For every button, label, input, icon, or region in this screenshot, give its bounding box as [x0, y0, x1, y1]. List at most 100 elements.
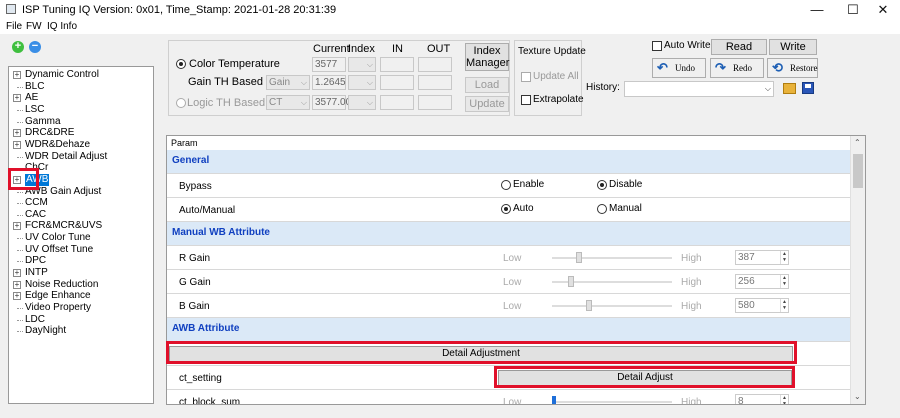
- tree-item-dynamic-control[interactable]: + Dynamic Control: [9, 69, 153, 81]
- tree-item-drc-dre[interactable]: + DRC&DRE: [9, 127, 153, 139]
- write-button[interactable]: Write: [769, 39, 817, 55]
- update-all-checkbox[interactable]: [521, 72, 531, 82]
- tree-item-uv-offset-tune[interactable]: UV Offset Tune: [9, 244, 153, 256]
- gain-th-index-select[interactable]: ⌵: [348, 75, 376, 90]
- logic-th-out-field[interactable]: [418, 95, 452, 110]
- spin-down-icon[interactable]: ▼: [780, 305, 788, 312]
- tree-item-cac[interactable]: CAC: [9, 209, 153, 221]
- slider-track[interactable]: [552, 401, 672, 403]
- spinner-value: 8: [738, 396, 744, 405]
- slider-thumb[interactable]: [576, 252, 582, 263]
- grid-column-header: Param: [167, 136, 850, 151]
- expand-icon[interactable]: +: [13, 292, 21, 301]
- spin-down-icon[interactable]: ▼: [780, 401, 788, 404]
- tree-item-edge-enhance[interactable]: + Edge Enhance: [9, 290, 153, 302]
- slider-thumb[interactable]: [568, 276, 574, 287]
- bypass-option-disable-radio[interactable]: [597, 180, 607, 190]
- save-icon[interactable]: [802, 82, 814, 94]
- logic-th-select[interactable]: CT ⌵: [266, 95, 310, 110]
- tree-item-label: AE: [25, 92, 39, 104]
- minimize-button[interactable]: —: [800, 0, 834, 20]
- redo-button[interactable]: ↷ Redo: [710, 58, 764, 78]
- module-tree[interactable]: + Dynamic Control BLC + AE LSC Gamma + DRC&DRE + W…: [8, 66, 154, 404]
- tree-item-video-property[interactable]: Video Property: [9, 302, 153, 314]
- header-index: Index: [348, 43, 375, 55]
- slider-thumb[interactable]: [586, 300, 592, 311]
- logic-th-in-field[interactable]: [380, 95, 414, 110]
- auto-write-checkbox[interactable]: [652, 41, 662, 51]
- expand-icon[interactable]: +: [13, 280, 21, 289]
- tree-item-lsc[interactable]: LSC: [9, 104, 153, 116]
- slider-thumb[interactable]: [552, 396, 556, 404]
- tree-item-wdr-detail-adjust[interactable]: WDR Detail Adjust: [9, 151, 153, 163]
- restore-button[interactable]: ⟲ Restore: [767, 58, 818, 78]
- tree-item-ae[interactable]: + AE: [9, 92, 153, 104]
- menu-fw[interactable]: FW: [26, 21, 42, 32]
- color-temp-in-field[interactable]: [380, 57, 414, 72]
- tree-item-noise-reduction[interactable]: + Noise Reduction: [9, 279, 153, 291]
- grid-vertical-scrollbar[interactable]: ⌃ ⌄: [850, 136, 865, 404]
- spin-down-icon[interactable]: ▼: [780, 257, 788, 264]
- color-temperature-radio[interactable]: [176, 59, 186, 69]
- gain-th-in-field[interactable]: [380, 75, 414, 90]
- expand-icon[interactable]: +: [13, 71, 21, 79]
- read-button[interactable]: Read: [711, 39, 767, 55]
- maximize-button[interactable]: ☐: [836, 0, 870, 20]
- tree-item-wdr-dehaze[interactable]: + WDR&Dehaze: [9, 139, 153, 151]
- logic-th-radio[interactable]: [176, 98, 186, 108]
- param-name: Bypass: [179, 181, 212, 192]
- expand-icon[interactable]: +: [13, 222, 21, 231]
- tree-connector: [17, 331, 23, 333]
- scrollbar-thumb[interactable]: [853, 154, 863, 188]
- expand-icon[interactable]: +: [13, 94, 21, 103]
- tree-item-gamma[interactable]: Gamma: [9, 116, 153, 128]
- tree-item-dpc[interactable]: DPC: [9, 255, 153, 267]
- menu-iq-info[interactable]: IQ Info: [47, 21, 77, 32]
- slider-track[interactable]: [552, 305, 672, 307]
- spin-down-icon[interactable]: ▼: [780, 281, 788, 288]
- tree-item-blc[interactable]: BLC: [9, 81, 153, 93]
- tree-item-fcr-mcr-uvs[interactable]: + FCR&MCR&UVS: [9, 220, 153, 232]
- remove-icon[interactable]: −: [29, 41, 41, 53]
- expand-icon[interactable]: +: [13, 129, 21, 138]
- close-button[interactable]: ✕: [866, 0, 900, 20]
- undo-label: Undo: [675, 63, 695, 73]
- tree-item-ldc[interactable]: LDC: [9, 314, 153, 326]
- load-button[interactable]: Load: [465, 77, 509, 93]
- slider-track[interactable]: [552, 257, 672, 259]
- gain-th-out-field[interactable]: [418, 75, 452, 90]
- tree-connector: [17, 203, 23, 205]
- color-temp-index-select[interactable]: ⌵: [348, 57, 376, 72]
- color-temp-out-field[interactable]: [418, 57, 452, 72]
- tree-item-daynight[interactable]: DayNight: [9, 325, 153, 337]
- ct-block-sum-value-spinner[interactable]: 8 ▲ ▼: [735, 394, 789, 405]
- bypass-option-enable-radio[interactable]: [501, 180, 511, 190]
- index-manager-button[interactable]: Index Manager: [465, 43, 509, 71]
- logic-th-index-select[interactable]: ⌵: [348, 95, 376, 110]
- slider-low-label: Low: [503, 397, 522, 405]
- param-row-r-gain: R Gain Low High 387 ▲ ▼: [167, 246, 850, 270]
- tree-connector: [17, 86, 23, 88]
- auto-manual-option-manual-radio[interactable]: [597, 204, 607, 214]
- auto-manual-option-auto-radio[interactable]: [501, 204, 511, 214]
- open-folder-icon[interactable]: [783, 83, 796, 94]
- g-gain-value-spinner[interactable]: 256 ▲ ▼: [735, 274, 789, 289]
- gain-th-select[interactable]: Gain ⌵: [266, 75, 310, 90]
- auto-manual-option-label: Auto: [513, 203, 534, 214]
- spinner-value: 256: [738, 276, 755, 287]
- expand-icon[interactable]: +: [13, 269, 21, 278]
- update-button[interactable]: Update: [465, 96, 509, 112]
- tree-item-uv-color-tune[interactable]: UV Color Tune: [9, 232, 153, 244]
- r-gain-value-spinner[interactable]: 387 ▲ ▼: [735, 250, 789, 265]
- bypass-option-label: Disable: [609, 179, 643, 190]
- undo-button[interactable]: ↶ Undo: [652, 58, 706, 78]
- add-icon[interactable]: +: [12, 41, 24, 53]
- bypass-option-label: Enable: [513, 179, 545, 190]
- b-gain-value-spinner[interactable]: 580 ▲ ▼: [735, 298, 789, 313]
- extrapolate-checkbox[interactable]: [521, 95, 531, 105]
- tree-item-intp[interactable]: + INTP: [9, 267, 153, 279]
- expand-icon[interactable]: +: [13, 140, 21, 149]
- tree-item-ccm[interactable]: CCM: [9, 197, 153, 209]
- menu-file[interactable]: File: [6, 21, 22, 32]
- history-select[interactable]: ⌵: [624, 81, 774, 97]
